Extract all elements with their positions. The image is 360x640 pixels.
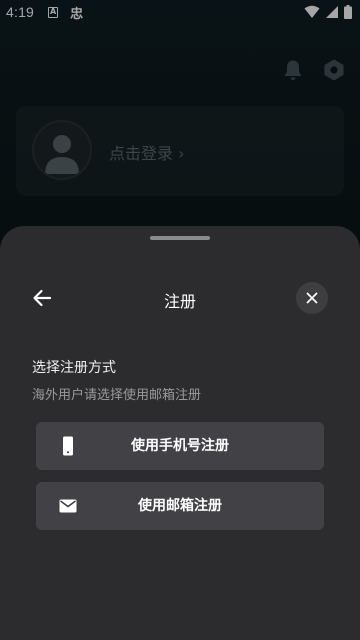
- register-email-label: 使用邮箱注册: [138, 498, 222, 514]
- register-phone-label: 使用手机号注册: [131, 438, 229, 454]
- register-phone-button[interactable]: 使用手机号注册: [36, 422, 324, 470]
- section-subtitle: 海外用户请选择使用邮箱注册: [32, 388, 202, 403]
- drag-handle[interactable]: [150, 236, 210, 240]
- section-title: 选择注册方式: [32, 360, 116, 376]
- register-email-button[interactable]: 使用邮箱注册: [36, 482, 324, 530]
- register-sheet: 注册 选择注册方式 海外用户请选择使用邮箱注册 使用手机号注册 使用邮箱注册: [0, 226, 360, 640]
- close-icon: [306, 292, 318, 304]
- close-button[interactable]: [296, 282, 328, 314]
